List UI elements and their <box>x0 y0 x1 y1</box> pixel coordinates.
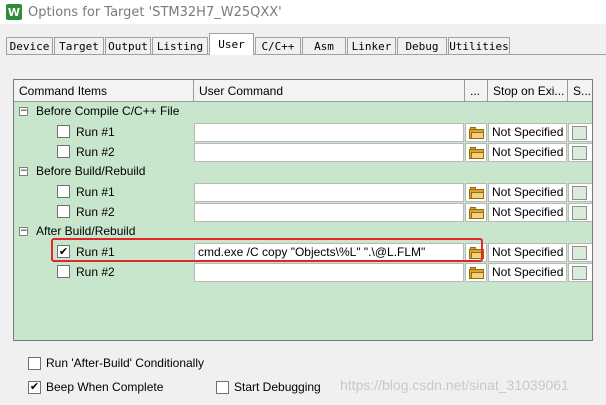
header-command-items[interactable]: Command Items <box>14 80 194 102</box>
start-debugging-checkbox[interactable] <box>216 380 229 394</box>
tab-debug[interactable]: Debug <box>397 37 447 54</box>
header-browse[interactable]: ... <box>465 80 488 102</box>
table-row: Run #1 Not Specified <box>14 122 592 142</box>
folder-icon <box>468 126 484 139</box>
stop-on-exit-field[interactable]: Not Specified <box>488 203 567 222</box>
title-bar: W Options for Target 'STM32H7_W25QXX' <box>0 0 606 24</box>
stop-on-exit-field[interactable]: Not Specified <box>488 143 567 162</box>
collapse-icon[interactable]: − <box>19 107 28 116</box>
browse-button[interactable] <box>465 123 487 142</box>
option-beep[interactable]: ✔ Beep When Complete <box>28 380 163 394</box>
s-cell[interactable] <box>568 203 592 222</box>
run-checkbox[interactable] <box>57 125 70 138</box>
option-run-after-build[interactable]: Run 'After-Build' Conditionally <box>28 356 204 370</box>
table-row: Run #2 Not Specified <box>14 142 592 162</box>
tab-utilities[interactable]: Utilities <box>448 37 510 54</box>
item-label: Run #1 <box>76 185 115 199</box>
browse-button[interactable] <box>465 203 487 222</box>
run-checkbox[interactable] <box>57 205 70 218</box>
run-after-build-label: Run 'After-Build' Conditionally <box>46 356 204 370</box>
group-label: Before Compile C/C++ File <box>36 104 180 118</box>
command-field[interactable] <box>194 143 464 162</box>
folder-icon <box>468 146 484 159</box>
tab-listing[interactable]: Listing <box>152 37 208 54</box>
group-before-compile: − Before Compile C/C++ File <box>14 102 592 122</box>
collapse-icon[interactable]: − <box>19 227 28 236</box>
browse-button[interactable] <box>465 143 487 162</box>
stop-on-exit-field[interactable]: Not Specified <box>488 263 567 282</box>
run-checkbox[interactable] <box>57 145 70 158</box>
stop-on-exit-field[interactable]: Not Specified <box>488 123 567 142</box>
grid-header: Command Items User Command ... Stop on E… <box>14 80 592 102</box>
s-cell[interactable] <box>568 263 592 282</box>
item-label: Run #1 <box>76 125 115 139</box>
item-label: Run #2 <box>76 205 115 219</box>
tab-output[interactable]: Output <box>105 37 151 54</box>
item-label: Run #2 <box>76 265 115 279</box>
collapse-icon[interactable]: − <box>19 167 28 176</box>
browse-button[interactable] <box>465 183 487 202</box>
beep-label: Beep When Complete <box>46 380 164 394</box>
command-field[interactable] <box>194 203 464 222</box>
command-field[interactable] <box>194 183 464 202</box>
option-start-debugging[interactable]: Start Debugging <box>216 380 321 394</box>
tab-divider <box>6 54 606 55</box>
keil-app-icon: W <box>6 4 22 20</box>
group-label: After Build/Rebuild <box>36 224 136 238</box>
tab-linker[interactable]: Linker <box>347 37 396 54</box>
browse-button[interactable] <box>465 243 487 262</box>
stop-on-exit-field[interactable]: Not Specified <box>488 183 567 202</box>
tab-device[interactable]: Device <box>6 37 53 54</box>
beep-checkbox[interactable]: ✔ <box>28 380 41 394</box>
stop-on-exit-field[interactable]: Not Specified <box>488 243 567 262</box>
tab-c-cpp[interactable]: C/C++ <box>255 37 301 54</box>
tab-asm[interactable]: Asm <box>302 37 346 54</box>
browse-button[interactable] <box>465 263 487 282</box>
group-before-build: − Before Build/Rebuild <box>14 162 592 182</box>
table-row: Run #1 Not Specified <box>14 182 592 202</box>
command-field[interactable]: cmd.exe /C copy "Objects\%L" ".\@L.FLM" <box>194 243 464 262</box>
watermark: https://blog.csdn.net/sinat_31039061 <box>340 377 569 393</box>
header-s[interactable]: S... <box>568 80 592 102</box>
header-stop-on-exit[interactable]: Stop on Exi... <box>488 80 568 102</box>
s-cell[interactable] <box>568 243 592 262</box>
run-checkbox-checked[interactable]: ✔ <box>57 245 70 258</box>
tab-target[interactable]: Target <box>54 37 104 54</box>
start-debugging-label: Start Debugging <box>234 380 321 394</box>
group-after-build: − After Build/Rebuild <box>14 222 592 242</box>
table-row: ✔ Run #1 cmd.exe /C copy "Objects\%L" ".… <box>14 242 592 262</box>
s-cell[interactable] <box>568 143 592 162</box>
command-field[interactable] <box>194 123 464 142</box>
tab-user[interactable]: User <box>209 33 254 55</box>
folder-icon <box>468 186 484 199</box>
folder-icon <box>468 266 484 279</box>
folder-icon <box>468 246 484 259</box>
s-cell[interactable] <box>568 183 592 202</box>
header-user-command[interactable]: User Command <box>194 80 465 102</box>
table-row: Run #2 Not Specified <box>14 262 592 282</box>
table-row: Run #2 Not Specified <box>14 202 592 222</box>
window-title: Options for Target 'STM32H7_W25QXX' <box>28 4 282 20</box>
run-checkbox[interactable] <box>57 185 70 198</box>
run-after-build-checkbox[interactable] <box>28 356 41 370</box>
user-command-grid: Command Items User Command ... Stop on E… <box>13 79 593 341</box>
item-label: Run #1 <box>76 245 115 259</box>
s-cell[interactable] <box>568 123 592 142</box>
run-checkbox[interactable] <box>57 265 70 278</box>
command-field[interactable] <box>194 263 464 282</box>
group-label: Before Build/Rebuild <box>36 164 146 178</box>
folder-icon <box>468 206 484 219</box>
item-label: Run #2 <box>76 145 115 159</box>
